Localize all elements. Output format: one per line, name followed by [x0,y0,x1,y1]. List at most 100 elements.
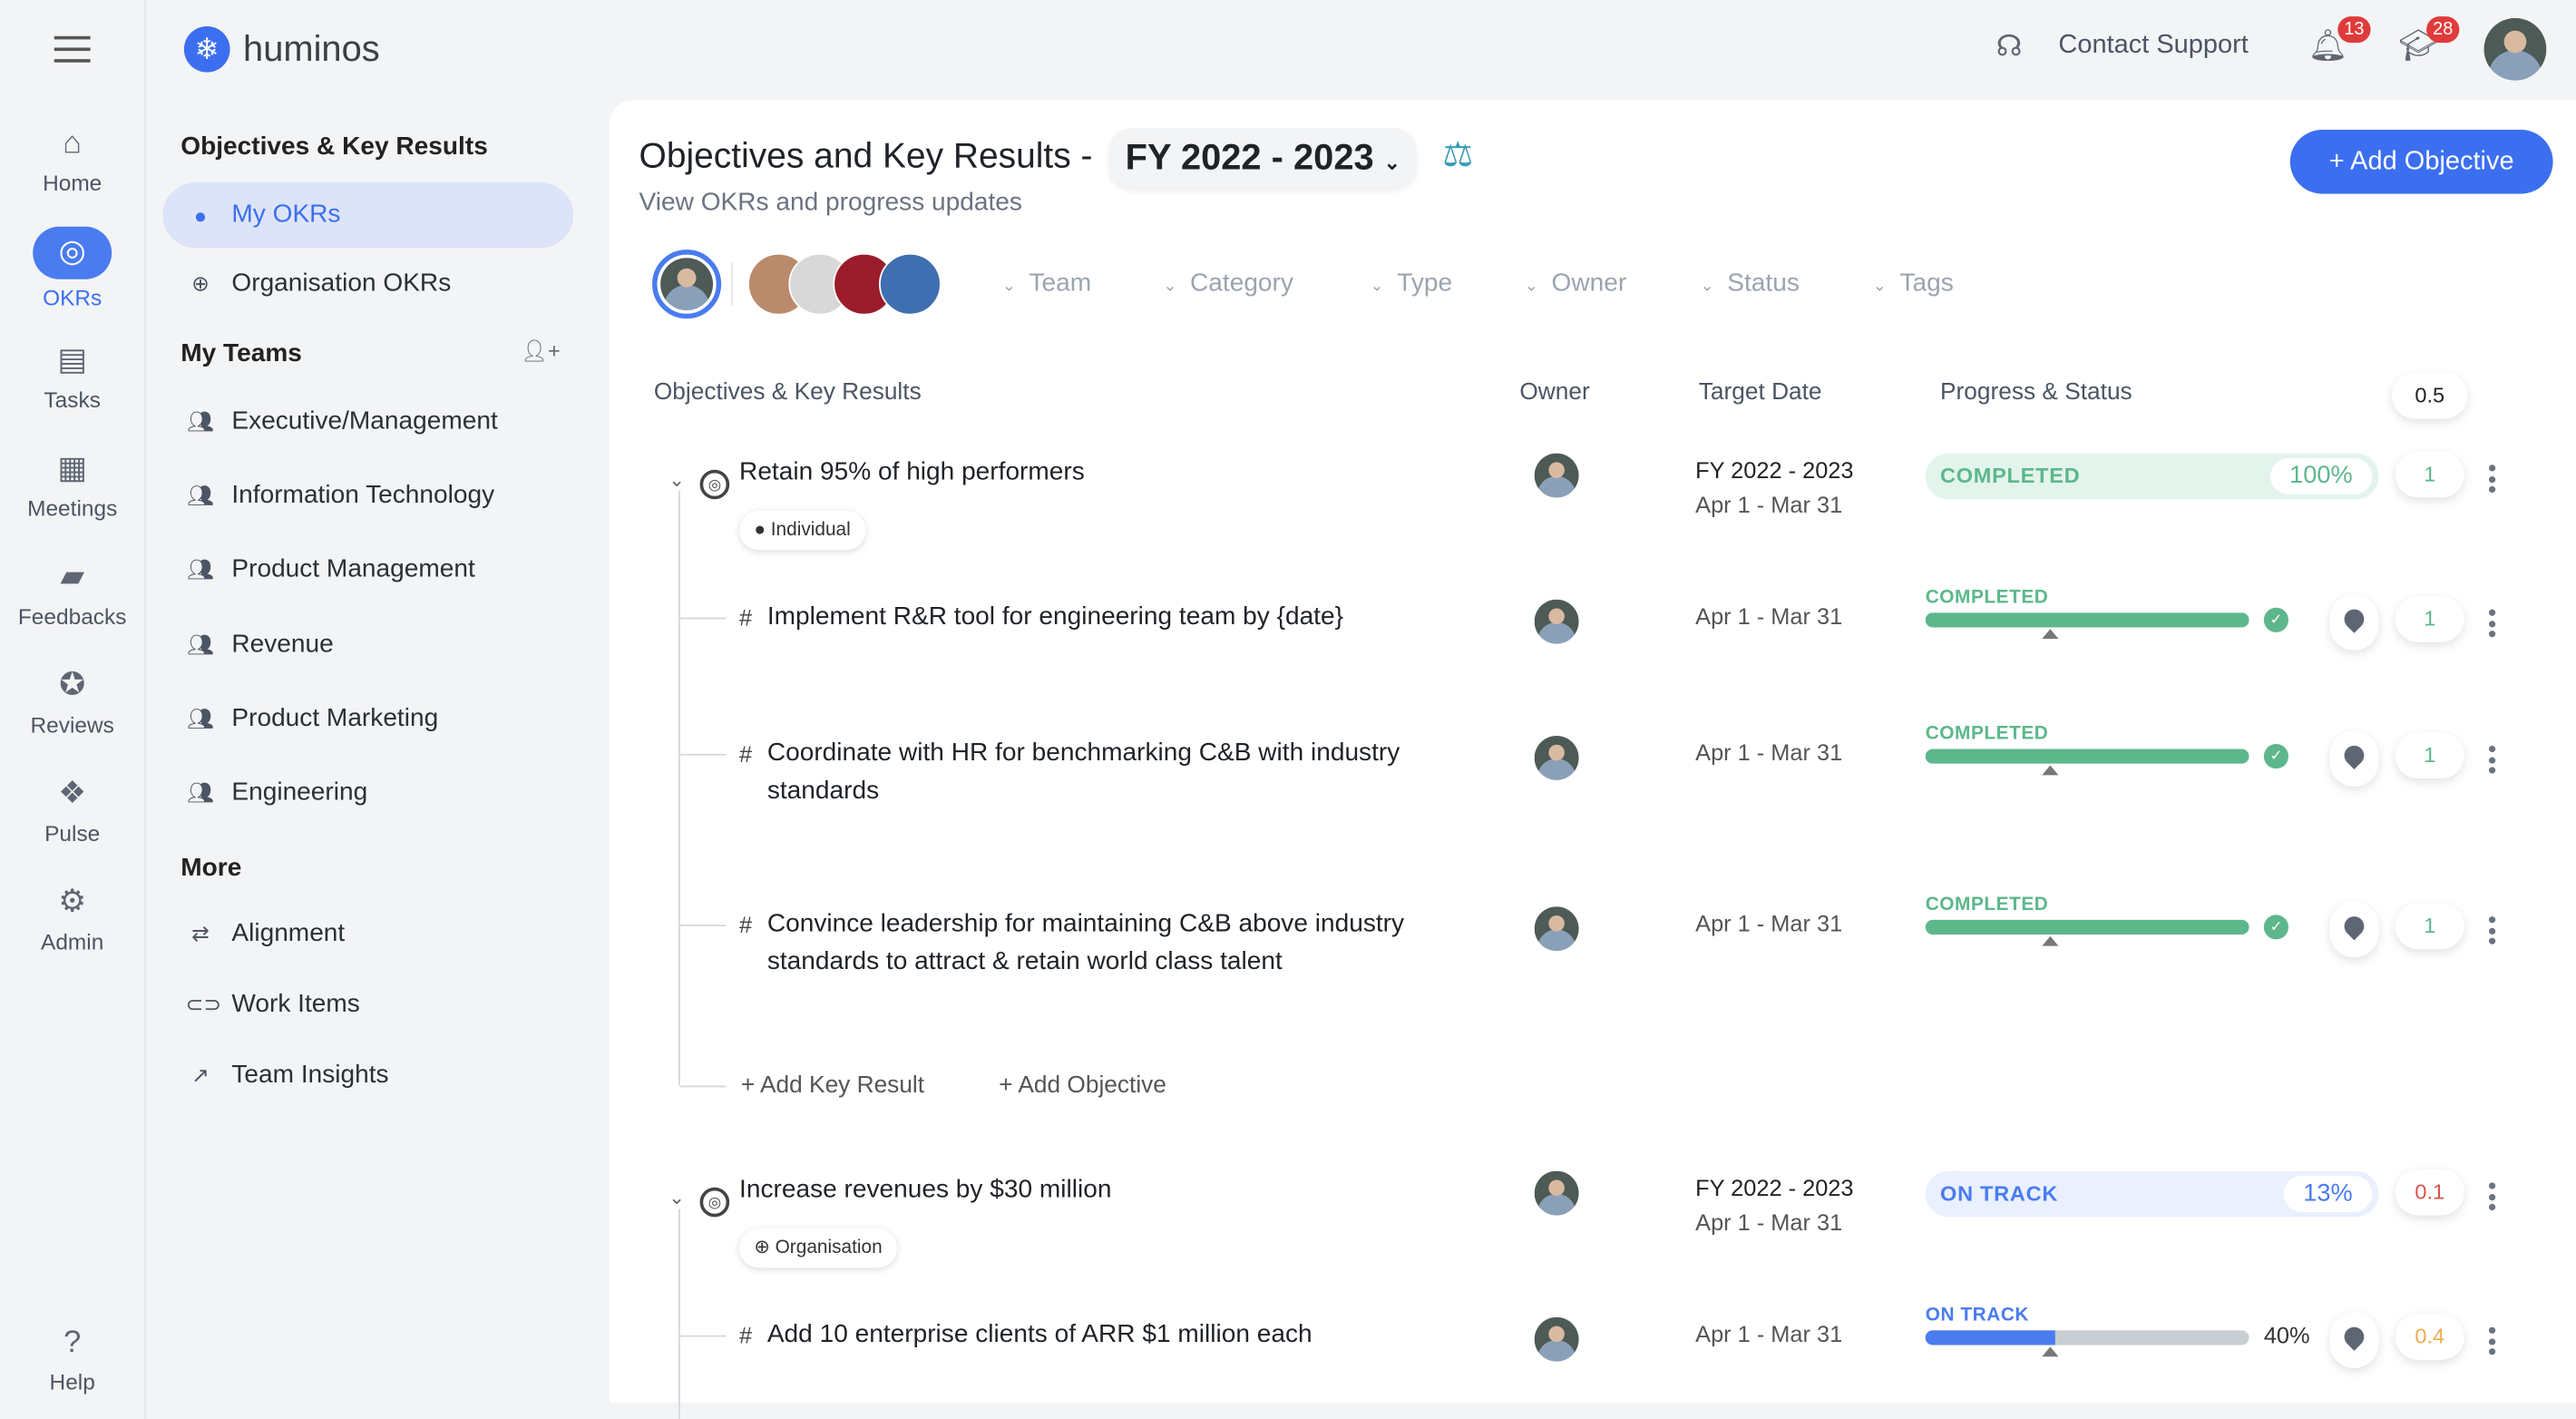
filter-label: Tags [1899,269,1954,298]
help-icon: ? [63,1325,82,1360]
score-pill[interactable]: 1 [2395,451,2464,498]
filter-tags[interactable]: ⌄ Tags [1873,269,1954,299]
objective-title[interactable]: Increase revenues by $30 million [739,1176,1111,1206]
filter-status[interactable]: ⌄ Status [1701,269,1800,299]
filter-team[interactable]: ⌄ Team [1002,269,1091,299]
sidebar-team-item[interactable]: 👥︎ Product Management [162,538,573,603]
add-objective-button[interactable]: + Add Objective [2289,130,2553,194]
sidebar-team-item[interactable]: 👥︎ Information Technology [162,464,573,529]
tree-line [679,1335,727,1337]
sidebar-item-organisation-okrs[interactable]: ⊕ Organisation OKRs [162,251,573,317]
contact-support-link[interactable]: Contact Support [2058,31,2248,61]
check-in-location-icon[interactable] [2329,1312,2379,1368]
rail-item-okrs[interactable]: ◎ OKRs [0,226,144,310]
period-selector[interactable]: FY 2022 - 2023 ⌄ [1108,128,1418,188]
hash-icon: # [739,740,753,768]
filter-category[interactable]: ⌄ Category [1163,269,1293,299]
add-team-member-icon[interactable]: 👤︎+ [521,338,561,365]
left-rail: ⌂ Home ◎ OKRs ▤ Tasks ▦ Meetings ▰ Feedbacks ✪ Revi… [0,0,147,1419]
score-pill[interactable]: 1 [2395,903,2464,950]
score-pill[interactable]: 0.1 [2395,1169,2464,1216]
chevron-down-icon: ⌄ [1163,277,1177,296]
filter-type[interactable]: ⌄ Type [1371,269,1453,299]
sidebar-item-my-okrs[interactable]: ● My OKRs [162,181,574,249]
target-period: FY 2022 - 2023 [1695,1174,1854,1201]
add-objective-inline-button[interactable]: + Add Objective [999,1072,1166,1099]
more-options-icon[interactable] [2487,609,2497,641]
team-member-avatar[interactable] [878,252,942,316]
hash-icon: # [739,1322,753,1349]
sidebar-item-alignment[interactable]: ⇄ Alignment [162,902,573,967]
progress-bar[interactable] [1925,749,2249,764]
objective-status[interactable]: COMPLETED 100% [1925,453,2379,500]
owner-avatar[interactable] [1534,906,1579,952]
notifications-badge: 13 [2337,16,2371,44]
check-in-location-icon[interactable] [2329,730,2379,788]
rail-item-feedbacks[interactable]: ▰ Feedbacks [0,558,144,629]
my-avatar-filter[interactable] [652,250,722,319]
sidebar-team-item[interactable]: 👥︎ Executive/Management [162,389,573,455]
sidebar-item-work-items[interactable]: ⊂⊃ Work Items [162,973,573,1038]
rail-item-pulse[interactable]: ❖ Pulse [0,775,144,846]
more-options-icon[interactable] [2487,745,2497,778]
key-result-title[interactable]: Add 10 enterprise clients of ARR $1 mill… [767,1316,1458,1354]
score-pill[interactable]: 1 [2395,732,2464,779]
owner-avatar[interactable] [1534,599,1579,644]
rail-item-meetings[interactable]: ▦ Meetings [0,450,144,521]
rail-item-help[interactable]: ? Help [0,1324,144,1395]
status-label: COMPLETED [1940,463,2081,488]
check-in-location-icon[interactable] [2329,901,2379,958]
owner-avatar[interactable] [1534,1316,1579,1362]
team-icon: 👥︎ [186,483,214,508]
more-options-icon[interactable] [2487,465,2497,496]
key-result-status: ON TRACK [1925,1306,2030,1326]
sidebar-team-item[interactable]: 👥︎ Product Marketing [162,686,573,751]
target-range: Apr 1 - Mar 31 [1695,909,1843,936]
objective-type-tag: ● Individual [739,510,866,551]
objective-target-icon: ◎ [699,469,730,500]
headset-icon[interactable]: ☊ [1996,30,2023,64]
collapse-chevron-icon[interactable]: ⌄ [668,468,685,491]
sidebar-team-item[interactable]: 👥︎ Revenue [162,612,573,677]
rail-item-tasks[interactable]: ▤ Tasks [0,342,144,412]
rail-item-home[interactable]: ⌂ Home [0,125,144,195]
key-result-title[interactable]: Convince leadership for maintaining C&B … [767,905,1458,980]
owner-avatar[interactable] [1534,735,1579,780]
objective-title[interactable]: Retain 95% of high performers [739,458,1085,488]
more-options-icon[interactable] [2487,1182,2497,1214]
pulse-icon: ❖ [58,777,87,812]
collapse-chevron-icon[interactable]: ⌄ [668,1186,685,1209]
check-icon: ✓ [2263,915,2289,940]
filter-label: Type [1397,269,1453,298]
progress-bar[interactable] [1925,612,2249,628]
add-key-result-button[interactable]: + Add Key Result [741,1072,924,1099]
more-options-icon[interactable] [2487,916,2497,948]
scale-icon[interactable]: ⚖ [1442,134,1473,175]
rail-item-label: Meetings [27,495,118,521]
score-pill[interactable]: 1 [2395,596,2464,642]
filter-owner[interactable]: ⌄ Owner [1525,269,1626,299]
task-icon: ▤ [57,343,87,378]
user-avatar[interactable] [2483,17,2547,81]
more-options-icon[interactable] [2487,1326,2497,1359]
objective-status[interactable]: ON TRACK 13% [1925,1170,2379,1218]
page-subtitle: View OKRs and progress updates [639,189,1022,217]
sidebar-item-team-insights[interactable]: ↗ Team Insights [162,1042,573,1108]
rail-item-admin[interactable]: ⚙ Admin [0,884,144,954]
rail-item-reviews[interactable]: ✪ Reviews [0,667,144,738]
progress-fill [1925,612,2249,628]
progress-bar[interactable] [1925,1330,2249,1346]
filter-label: Category [1190,269,1293,298]
progress-bar[interactable] [1925,919,2249,935]
expected-progress-marker [2042,629,2059,640]
score-pill[interactable]: 0.4 [2395,1314,2464,1360]
hamburger-menu-icon[interactable] [54,35,91,63]
sidebar-team-item[interactable]: 👥︎ Engineering [162,760,573,826]
key-result-title[interactable]: Implement R&R tool for engineering team … [767,598,1458,636]
sidebar-item-label: Revenue [231,630,334,659]
owner-avatar[interactable] [1534,1170,1579,1216]
owner-avatar[interactable] [1534,453,1579,498]
check-in-location-icon[interactable] [2329,594,2379,651]
sidebar-item-label: Work Items [231,990,360,1019]
key-result-title[interactable]: Coordinate with HR for benchmarking C&B … [767,734,1458,809]
